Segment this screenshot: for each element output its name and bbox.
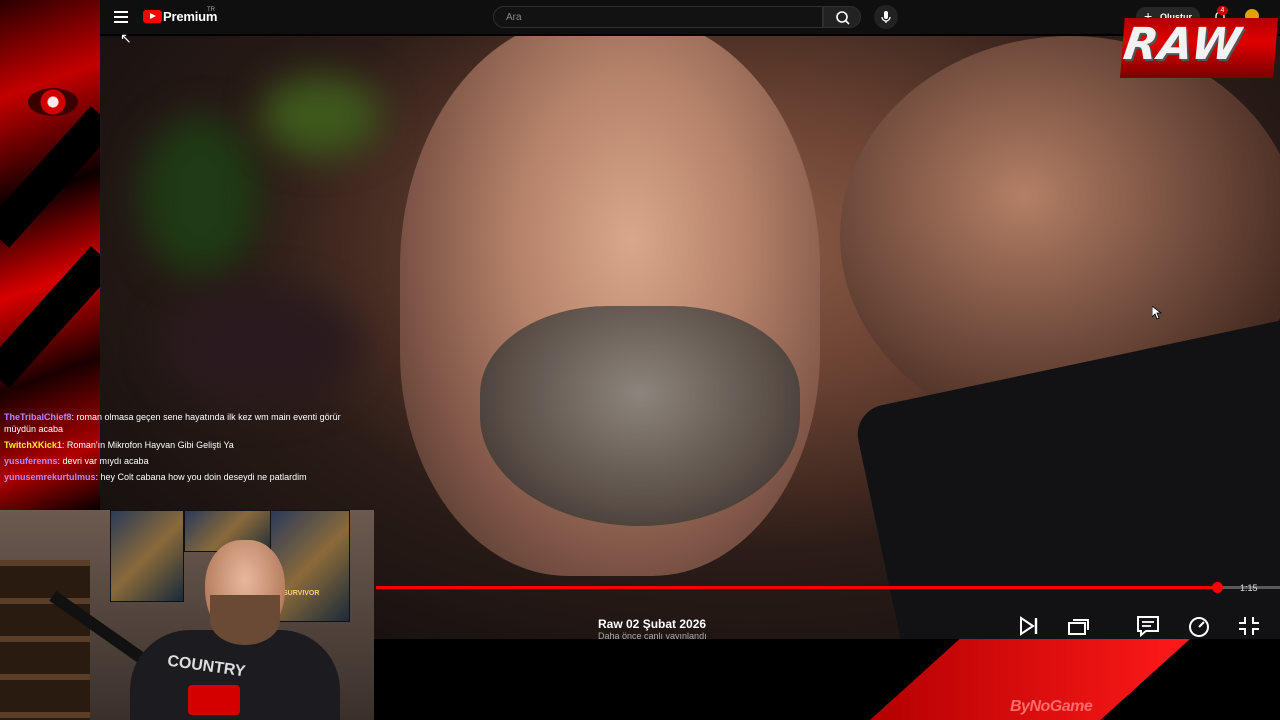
video-subtitle: Daha önce canlı yayınlandı: [598, 631, 707, 639]
playlist-icon: [1068, 619, 1089, 635]
voice-search-button[interactable]: [874, 5, 898, 29]
hamburger-menu-icon[interactable]: [114, 11, 128, 23]
progress-fill: [376, 586, 1217, 589]
speedometer-icon: [1189, 617, 1209, 637]
poster-label: SURVIVOR: [283, 590, 320, 597]
notification-badge: 4: [1217, 6, 1228, 15]
captions-button[interactable]: [1135, 614, 1161, 638]
chat-message: TwitchXKick1: Roman'ın Mikrofon Hayvan G…: [4, 439, 369, 451]
chat-username: yusuferenns: [4, 456, 58, 466]
skip-next-icon: [1020, 616, 1038, 636]
stripe-decoration: [0, 106, 117, 248]
wrestler-beard: [480, 306, 800, 526]
chat-username: yunusemrekurtulmus: [4, 472, 96, 482]
chat-text: : Roman'ın Mikrofon Hayvan Gibi Gelişti …: [61, 440, 234, 450]
background-blur: [160, 286, 360, 406]
chat-text: : devri var mıydı acaba: [57, 456, 149, 466]
chat-message: yunusemrekurtulmus: hey Colt cabana how …: [4, 471, 369, 483]
youtube-topbar: Premium TR Ara + Oluştur 4: [100, 0, 1280, 34]
time-display: 1:15: [1240, 583, 1258, 593]
playlist-button[interactable]: [1066, 614, 1092, 638]
stripe-decoration: [0, 246, 117, 388]
background-blur: [260, 76, 380, 156]
streamer-beard: [210, 595, 280, 645]
youtube-logo-icon[interactable]: [143, 10, 162, 23]
sponsor-logo: ByNoGame: [1010, 698, 1093, 715]
microphone-icon: [188, 685, 240, 715]
chat-username: TwitchXKick1: [4, 440, 62, 450]
raw-logo: RAW: [1120, 19, 1245, 70]
progress-scrubber[interactable]: [1212, 582, 1223, 593]
wall-poster: [110, 510, 184, 602]
search-input[interactable]: Ara: [493, 6, 823, 28]
chat-text: : hey Colt cabana how you doin deseydi n…: [95, 472, 307, 482]
background-blur: [140, 116, 260, 276]
search-icon: [836, 11, 850, 25]
video-title: Raw 02 Şubat 2026: [598, 617, 707, 631]
captions-icon: [1137, 616, 1159, 638]
dvd-shelf: [0, 560, 90, 720]
microphone-icon: [881, 11, 891, 23]
search-button[interactable]: [823, 6, 861, 28]
eye-art: [28, 88, 78, 116]
brand-region: TR: [207, 7, 215, 13]
playback-speed-button[interactable]: [1186, 614, 1212, 638]
chat-message: TheTribalChief8: roman olmasa geçen sene…: [4, 411, 369, 435]
next-button[interactable]: [1016, 614, 1042, 638]
fullscreen-exit-icon: [1239, 617, 1259, 635]
stream-chat: TheTribalChief8: roman olmasa geçen sene…: [4, 411, 369, 487]
chat-username: TheTribalChief8: [4, 412, 72, 422]
streamer-webcam: SURVIVOR COUNTRY: [0, 510, 374, 720]
chat-message: yusuferenns: devri var mıydı acaba: [4, 455, 369, 467]
fullscreen-exit-button[interactable]: [1236, 614, 1262, 638]
